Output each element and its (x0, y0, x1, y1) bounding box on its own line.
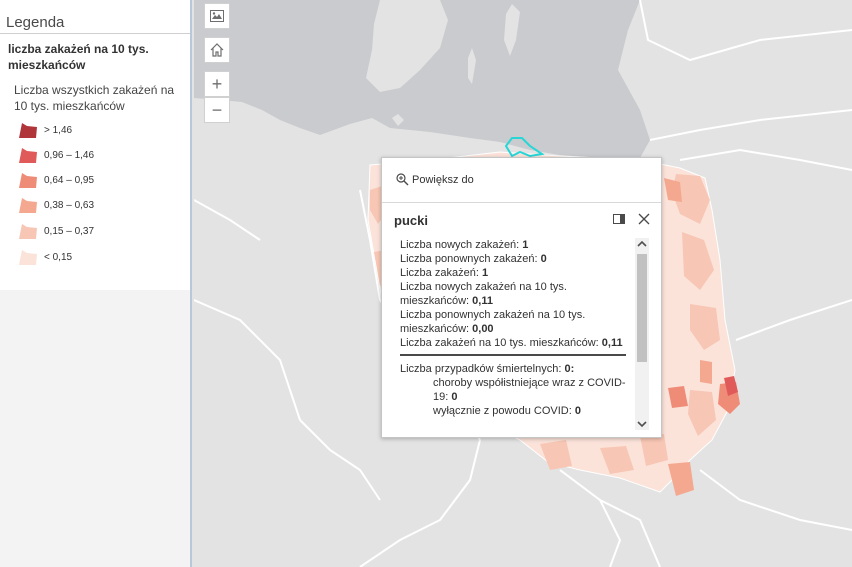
legend-class: 0,38 – 0,63 (18, 196, 188, 216)
legend-panel: Legenda liczba zakażeń na 10 tys. mieszk… (0, 0, 192, 567)
popup-field: Liczba zakażeń: 1 (400, 267, 489, 279)
popup-field: Liczba ponownych zakażeń: 0 (400, 253, 547, 265)
scroll-up-icon[interactable] (635, 238, 649, 250)
popup-content: Liczba nowych zakażeń: 1 Liczba ponownyc… (400, 238, 630, 434)
legend-swatch (19, 173, 37, 188)
popup-field: choroby współistniejące wraz z COVID-19:… (433, 377, 626, 403)
basemap-gallery-icon (210, 10, 224, 22)
zoom-out-button[interactable]: − (204, 97, 230, 123)
legend-class-label: 0,15 – 0,37 (44, 226, 95, 237)
zoom-in-button[interactable]: + (204, 71, 230, 97)
legend-empty-area (0, 290, 190, 567)
scroll-thumb[interactable] (637, 254, 647, 362)
legend-class-label: 0,96 – 1,46 (44, 150, 95, 161)
zoom-to-label: Powiększ do (412, 174, 474, 186)
home-icon (210, 43, 224, 57)
legend-class-label: 0,64 – 0,95 (44, 175, 95, 186)
zoom-to-action[interactable]: Powiększ do (396, 173, 474, 186)
popup-scrollbar[interactable] (635, 238, 649, 430)
legend-class: > 1,46 (18, 121, 188, 141)
legend-layer-title: liczba zakażeń na 10 tys. mieszkańców (8, 42, 149, 72)
popup-title: pucki (394, 213, 428, 228)
legend-divider (0, 33, 190, 34)
popup-field: Liczba nowych zakażeń na 10 tys. mieszka… (400, 281, 567, 307)
legend-class-label: < 0,15 (44, 252, 73, 263)
scroll-down-icon[interactable] (635, 418, 649, 430)
legend-class: < 0,15 (18, 248, 188, 268)
popup-section-rule (400, 354, 626, 356)
basemap-gallery-button[interactable] (204, 3, 230, 29)
legend-class-label: > 1,46 (44, 125, 73, 136)
popup-field: wyłącznie z powodu COVID: 0 (433, 405, 581, 417)
legend-swatch (19, 224, 37, 239)
legend-title: Legenda (6, 14, 65, 31)
legend-class-label: 0,38 – 0,63 (44, 200, 95, 211)
popup-divider (382, 202, 661, 203)
legend-swatch (19, 250, 37, 265)
legend-swatch (19, 148, 37, 163)
close-icon[interactable] (636, 211, 652, 227)
dock-icon[interactable] (612, 212, 626, 226)
zoom-to-icon (396, 173, 409, 186)
popup-field: Liczba ponownych zakażeń na 10 tys. mies… (400, 309, 586, 335)
legend-class: 0,64 – 0,95 (18, 171, 188, 191)
legend-class: 0,96 – 1,46 (18, 146, 188, 166)
legend-swatch (19, 198, 37, 213)
home-button[interactable] (204, 37, 230, 63)
popup-field: Liczba przypadków śmiertelnych: 0: (400, 363, 575, 375)
popup-field: Liczba nowych zakażeń: 1 (400, 239, 529, 251)
legend-swatch (19, 123, 37, 138)
popup-field: Liczba zakażeń na 10 tys. mieszkańców: 0… (400, 337, 623, 349)
legend-field-label: Liczba wszystkich zakażeń na 10 tys. mie… (14, 83, 175, 113)
legend-class: 0,15 – 0,37 (18, 222, 188, 242)
feature-popup: Powiększ do pucki Liczba nowych zakażeń:… (381, 157, 662, 438)
